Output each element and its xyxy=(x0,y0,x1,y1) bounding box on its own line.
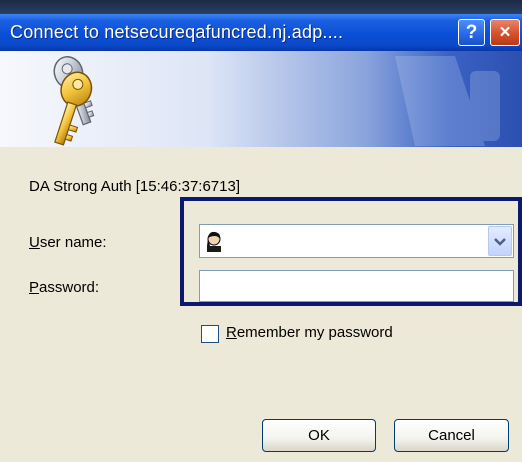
password-label-text: assword: xyxy=(39,279,100,296)
window-title: Connect to netsecureqafuncred.nj.adp.... xyxy=(10,22,344,42)
password-label-accesskey: P xyxy=(29,279,40,296)
username-label-accesskey: U xyxy=(29,234,40,251)
close-icon: × xyxy=(499,22,511,43)
help-button[interactable]: ? xyxy=(458,19,485,46)
dialog-banner xyxy=(0,51,522,147)
cancel-button[interactable]: Cancel xyxy=(394,419,509,452)
remember-password-checkbox[interactable] xyxy=(201,325,219,343)
username-combobox[interactable] xyxy=(199,224,514,258)
password-field[interactable] xyxy=(199,270,514,302)
username-label-text: ser name: xyxy=(39,234,107,251)
user-icon xyxy=(207,231,221,252)
remember-password-label[interactable]: Remember my password xyxy=(226,324,393,341)
username-label: User name: xyxy=(29,234,107,251)
password-label: Password: xyxy=(29,279,99,296)
remember-label-text: emember my password xyxy=(236,324,393,341)
username-dropdown-button[interactable] xyxy=(488,226,512,256)
remember-label-accesskey: R xyxy=(226,324,237,341)
title-bar[interactable]: Connect to netsecureqafuncred.nj.adp....… xyxy=(0,14,522,51)
screen-top-strip xyxy=(0,0,522,14)
ok-button[interactable]: OK xyxy=(262,419,376,452)
banner-decoration xyxy=(53,56,500,146)
chevron-down-icon xyxy=(494,238,506,246)
realm-text: DA Strong Auth [15:46:37:6713] xyxy=(29,178,240,195)
keys-icon xyxy=(53,56,95,146)
close-button[interactable]: × xyxy=(490,19,520,46)
